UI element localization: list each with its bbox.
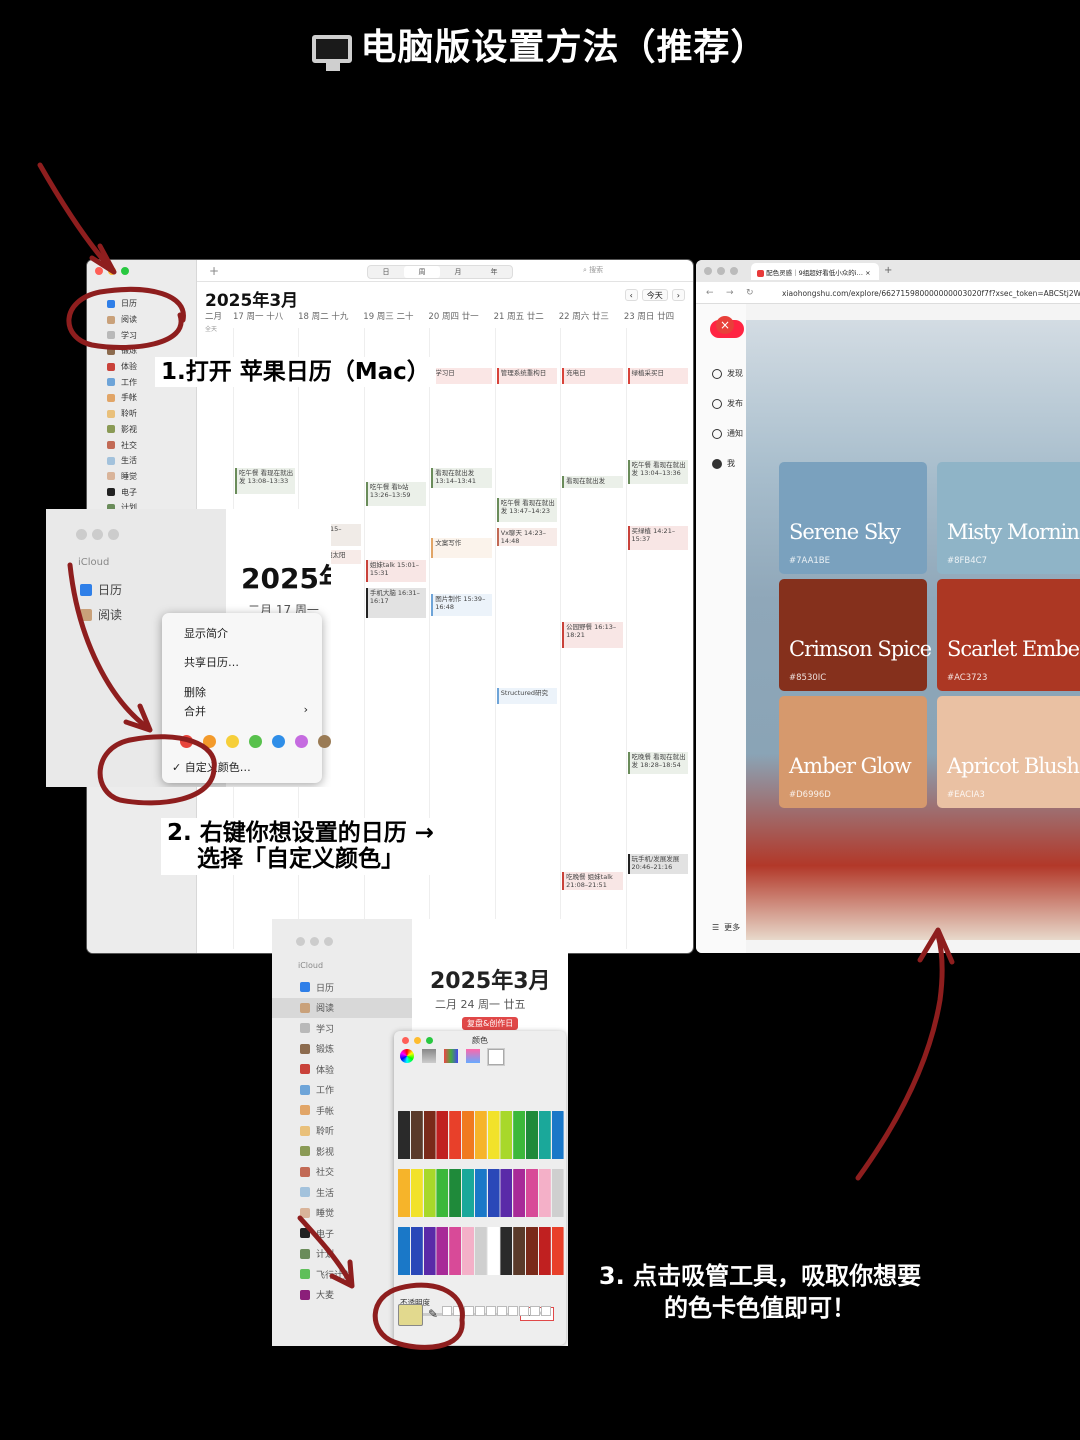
circle-custom-color: [97, 734, 217, 806]
arrow-step2: [67, 562, 151, 731]
arrow-step1: [37, 162, 115, 273]
arrow-to-swatches: [855, 932, 945, 1181]
circle-calendar-list: [66, 286, 186, 350]
annotation-overlay: [37, 162, 955, 1350]
arrow-step3: [297, 1215, 353, 1285]
circle-eyedropper: [372, 1282, 465, 1350]
